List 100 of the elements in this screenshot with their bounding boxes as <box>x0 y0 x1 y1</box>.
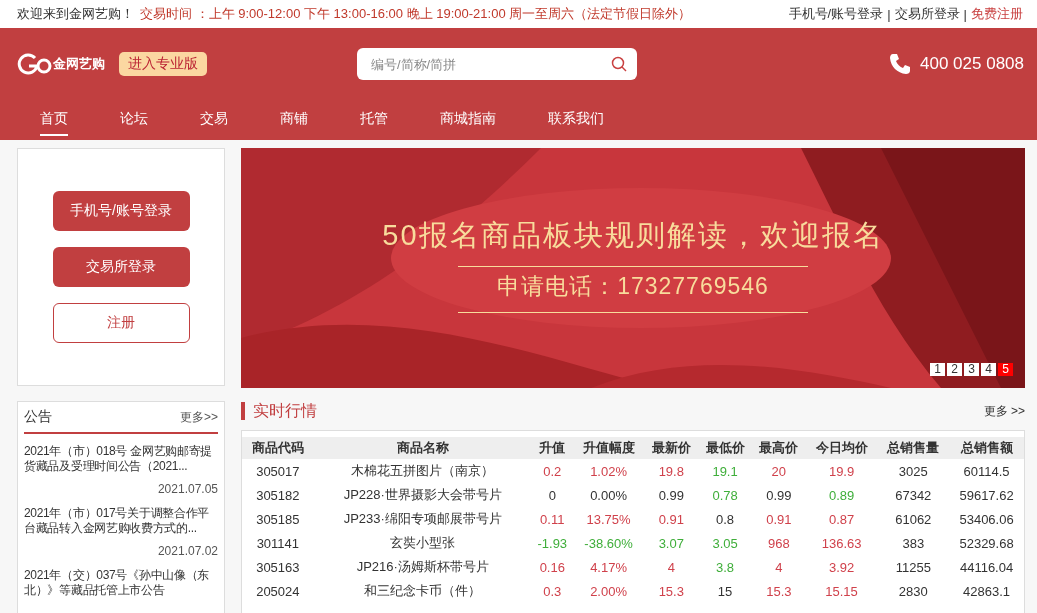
table-cell-text: 0.91 <box>657 510 685 529</box>
table-cell-text: 0.00% <box>589 486 628 505</box>
table-cell-text: 4 <box>666 558 676 577</box>
column-header: 今日均价 <box>805 437 878 459</box>
nav-tab[interactable]: 首页 <box>40 104 68 136</box>
column-header: 升值幅度 <box>572 437 645 459</box>
table-cell-text: 0.8 <box>715 510 736 529</box>
separator: | <box>887 6 891 22</box>
table-cell-text: -1.93 <box>536 534 569 553</box>
table-cell-text: JP233·绵阳专项邮展带号片 <box>342 510 503 528</box>
logo-text: 金网艺购 <box>53 55 105 73</box>
table-cell-text: 0.87 <box>827 510 856 529</box>
table-cell-text: 968 <box>767 534 791 553</box>
phone-icon <box>888 52 912 76</box>
notice-link[interactable]: 2021年（交）037号《孙中山像（东北）》等藏品托管上市公告 <box>24 568 218 598</box>
table-cell-text: 0 <box>547 486 557 505</box>
table-cell-text: 59617.62 <box>958 486 1015 505</box>
banner-subline: 申请电话：17327769546 <box>497 272 769 301</box>
table-cell-text: 玄奘小型张 <box>389 534 457 552</box>
table-cell: 19.8 <box>644 459 699 483</box>
table-cell: 1.02% <box>572 459 645 483</box>
notice-link[interactable]: 2021年（市）017号关于调整合作平台藏品转入金网艺购收费方式的... <box>24 506 218 536</box>
table-cell: 0.2 <box>531 459 573 483</box>
banner-headline: 50报名商品板块规则解读，欢迎报名 <box>382 218 884 253</box>
table-cell-text: 15.15 <box>824 582 859 601</box>
slide-page-button[interactable]: 4 <box>981 363 996 376</box>
column-header: 商品名称 <box>313 437 532 459</box>
slide-page-button[interactable]: 3 <box>964 363 979 376</box>
table-cell-text: 0.89 <box>827 486 856 505</box>
table-cell-text: 301141 <box>255 534 301 553</box>
table-cell: 19.9 <box>805 459 878 483</box>
top-link[interactable]: 交易所登录 <box>894 5 960 23</box>
slide-page-button[interactable]: 2 <box>947 363 962 376</box>
welcome-text: 欢迎来到金网艺购！ <box>17 5 134 23</box>
nav-tab[interactable]: 交易 <box>200 104 228 136</box>
nav-tab[interactable]: 联系我们 <box>548 104 604 136</box>
top-link[interactable]: 免费注册 <box>971 5 1023 23</box>
column-header: 总销售额 <box>949 437 1024 459</box>
search-field[interactable]: 编号/简称/简拼 <box>357 48 637 80</box>
table-cell-text: 15.3 <box>765 582 793 601</box>
table-cell-text: 305163 <box>255 558 301 577</box>
login-button[interactable]: 注册 <box>52 303 190 343</box>
more-link[interactable]: 更多>> <box>180 408 218 426</box>
column-header: 最低价 <box>698 437 752 459</box>
table-cell-text: 0.3 <box>542 582 563 601</box>
phone-number: 400 025 0808 <box>920 54 1024 74</box>
table-cell-text: 42863.1 <box>962 582 1012 601</box>
login-button[interactable]: 手机号/账号登录 <box>52 191 190 231</box>
table-cell-text: 136.63 <box>820 534 863 553</box>
table-cell-text: 0.99 <box>657 486 685 505</box>
nav-tab[interactable]: 托管 <box>360 104 388 136</box>
table-cell-text: 0.91 <box>765 510 793 529</box>
separator: | <box>963 6 967 22</box>
pro-version-button[interactable]: 进入专业版 <box>119 52 207 76</box>
table-cell-text: 61062 <box>894 510 933 529</box>
table-cell-text: 4 <box>774 558 784 577</box>
search-icon[interactable] <box>611 56 627 72</box>
column-header: 商品代码 <box>242 437 314 459</box>
column-header: 最高价 <box>751 437 806 459</box>
column-header: 升值 <box>531 437 573 459</box>
table-cell-text: JP228·世界摄影大会带号片 <box>342 486 503 504</box>
table-cell-text: 3.8 <box>715 558 736 577</box>
slide-page-button[interactable]: 5 <box>998 363 1013 376</box>
table-cell-text: 44116.04 <box>958 558 1015 577</box>
slide-page-button[interactable]: 1 <box>930 363 945 376</box>
table-cell-text: 11255 <box>894 558 932 577</box>
nav-tab[interactable]: 商铺 <box>280 104 308 136</box>
table-cell-text: 305182 <box>255 486 301 505</box>
table-cell-text: 3.92 <box>827 558 856 577</box>
login-button[interactable]: 交易所登录 <box>52 247 190 287</box>
table-cell-text: 3.05 <box>711 534 739 553</box>
table-cell-text: JP216·汤姆斯杯带号片 <box>355 558 490 576</box>
table-cell-text: 0.11 <box>539 510 566 529</box>
table-cell-text: 2.00% <box>589 582 628 601</box>
table-cell-text: 4.17% <box>589 558 628 577</box>
column-header: 总销售量 <box>877 437 950 459</box>
trading-hours-text: 交易时间 ：上午 9:00-12:00 下午 13:00-16:00 晚上 19:00-21:00 周一至周六（法定节假日除外） <box>140 5 692 23</box>
table-cell-text: 0.99 <box>765 486 793 505</box>
logo-icon <box>17 53 53 75</box>
table-cell-text: 15 <box>716 582 734 601</box>
table-cell-text: 205024 <box>255 582 301 601</box>
table-cell-text: 383 <box>901 534 926 553</box>
table-cell-text: 52329.68 <box>958 534 1015 553</box>
table-cell-text: 和三纪念卡币（件） <box>363 582 483 600</box>
table-cell: 60114.5 <box>949 459 1024 483</box>
top-link[interactable]: 手机号/账号登录 <box>788 5 884 23</box>
table-cell: 19.1 <box>698 459 752 483</box>
more-link[interactable]: 更多 >> <box>983 402 1025 420</box>
table-cell-text: 2830 <box>897 582 929 601</box>
table-cell: 3025 <box>877 459 950 483</box>
notice-link[interactable]: 2021年（市）018号 金网艺购邮寄提货藏品及受理时间公告（2021... <box>24 444 218 474</box>
nav-tab[interactable]: 论坛 <box>120 104 148 136</box>
nav-tab[interactable]: 商城指南 <box>440 104 496 136</box>
market-title: 实时行情 <box>253 400 317 421</box>
column-header: 最新价 <box>644 437 699 459</box>
notice-date: 2021.07.05 <box>157 482 218 496</box>
notice-title: 公告 <box>24 408 52 426</box>
table-cell-text: 67342 <box>894 486 933 505</box>
table-cell-text: 13.75% <box>585 510 632 529</box>
table-cell-text: 305185 <box>255 510 301 529</box>
